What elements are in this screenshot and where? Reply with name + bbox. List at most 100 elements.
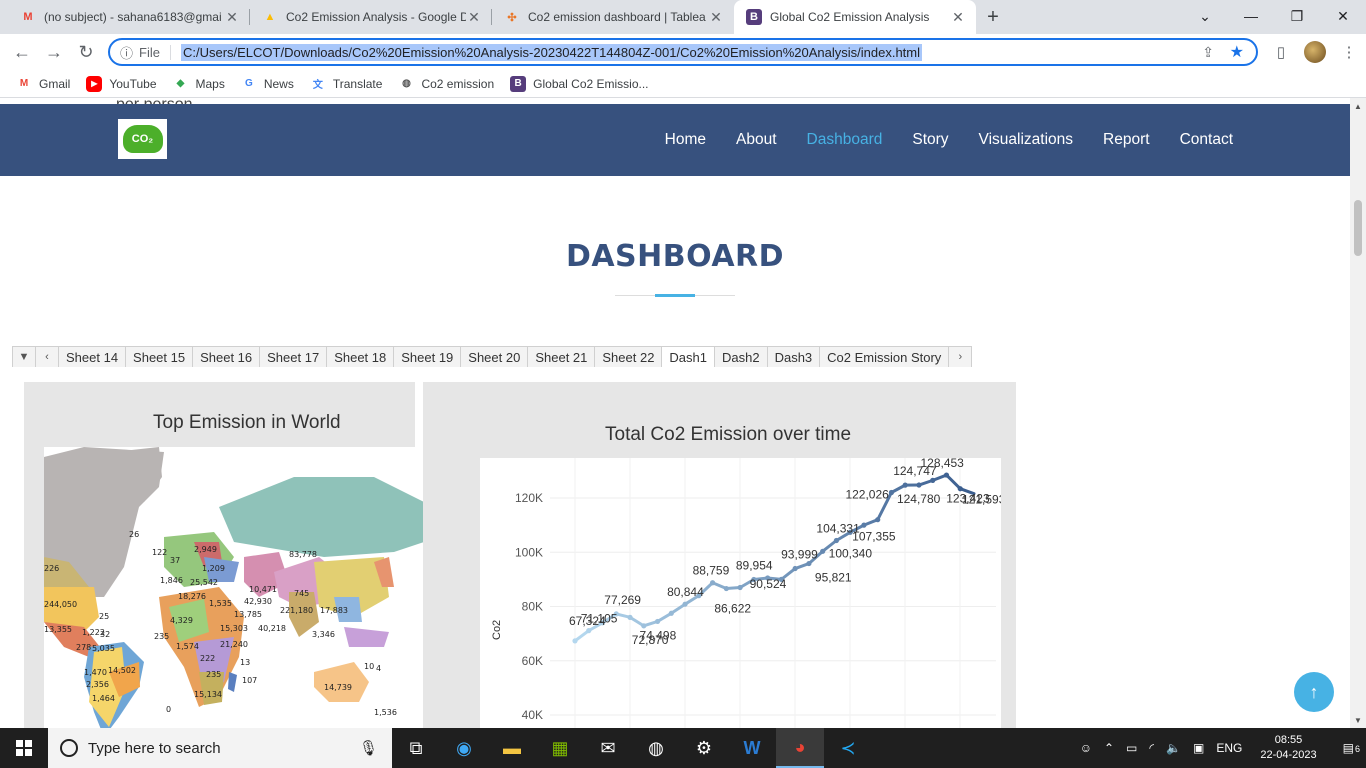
- bookmark-item[interactable]: 文 Translate: [310, 76, 383, 92]
- reload-button[interactable]: ↻: [70, 36, 102, 68]
- browser-tab[interactable]: ✣ Co2 emission dashboard | Tablea ✕: [492, 0, 734, 34]
- tray-chevron-icon[interactable]: ⌃: [1104, 741, 1114, 755]
- nav-story[interactable]: Story: [912, 131, 948, 149]
- data-point[interactable]: [861, 522, 867, 528]
- data-point[interactable]: [709, 580, 716, 586]
- data-point[interactable]: [902, 482, 908, 488]
- sheet-tab[interactable]: Sheet 16: [192, 346, 261, 367]
- sheet-tab[interactable]: Sheet 14: [58, 346, 127, 367]
- data-point[interactable]: [586, 628, 592, 634]
- nav-about[interactable]: About: [736, 131, 777, 149]
- bookmark-item[interactable]: B Global Co2 Emissio...: [510, 75, 649, 92]
- data-point[interactable]: [820, 548, 826, 554]
- back-button[interactable]: ←: [6, 36, 38, 68]
- sheet-tab[interactable]: Sheet 20: [460, 346, 529, 367]
- side-panel-icon[interactable]: ▯: [1264, 36, 1298, 68]
- volume-icon[interactable]: 🔈: [1166, 741, 1181, 755]
- language-label[interactable]: ENG: [1216, 741, 1242, 755]
- world-map[interactable]: 26 122 37 2,949 83,778 1,209 1,846 25,542 18,276…: [44, 447, 468, 728]
- info-icon[interactable]: ⓘ: [120, 43, 133, 62]
- data-point[interactable]: [888, 489, 895, 496]
- forward-button[interactable]: →: [38, 36, 70, 68]
- minimize-button[interactable]: —: [1228, 0, 1274, 32]
- share-icon[interactable]: ⇪: [1202, 44, 1214, 61]
- sheet-tab[interactable]: Sheet 22: [594, 346, 663, 367]
- edge-icon[interactable]: ◉: [440, 728, 488, 768]
- data-point[interactable]: [572, 638, 578, 644]
- nav-dashboard[interactable]: Dashboard: [807, 131, 883, 149]
- close-tab-icon[interactable]: ✕: [224, 9, 240, 26]
- display-icon[interactable]: ▣: [1193, 741, 1204, 755]
- sheet-tab[interactable]: Sheet 15: [125, 346, 194, 367]
- people-icon[interactable]: ☺: [1080, 741, 1092, 755]
- close-tab-icon[interactable]: ✕: [950, 9, 966, 26]
- mail-icon[interactable]: ✉: [584, 728, 632, 768]
- app-icon[interactable]: ◍: [632, 728, 680, 768]
- tab-search-icon[interactable]: ⌄: [1182, 0, 1228, 32]
- file-explorer-icon[interactable]: ▬: [488, 728, 536, 768]
- data-point[interactable]: [930, 477, 936, 483]
- task-view-icon[interactable]: ⧉: [392, 728, 440, 768]
- data-point[interactable]: [737, 584, 743, 591]
- data-point[interactable]: [654, 618, 661, 625]
- address-bar[interactable]: ⓘ File C:/Users/ELCOT/Downloads/Co2%20Em…: [108, 38, 1258, 66]
- sheet-tab[interactable]: Sheet 19: [393, 346, 462, 367]
- bookmark-star-icon[interactable]: ★: [1230, 42, 1244, 62]
- sheet-next-icon[interactable]: ›: [948, 346, 973, 367]
- nav-report[interactable]: Report: [1103, 131, 1150, 149]
- sheet-tab[interactable]: Dash2: [714, 346, 768, 367]
- data-point[interactable]: [875, 517, 881, 523]
- data-point[interactable]: [957, 486, 963, 492]
- bookmark-item[interactable]: M Gmail: [16, 76, 71, 92]
- page-scrollbar[interactable]: ▲ ▼: [1350, 98, 1366, 728]
- site-logo[interactable]: CO₂: [118, 119, 167, 159]
- menu-icon[interactable]: ⋮: [1332, 36, 1366, 68]
- sheet-menu-icon[interactable]: ▼: [12, 346, 36, 367]
- vscode-icon[interactable]: ≺: [824, 728, 872, 768]
- sheet-prev-icon[interactable]: ‹: [35, 346, 59, 367]
- bookmark-item[interactable]: ▶ YouTube: [86, 75, 157, 92]
- close-window-button[interactable]: ✕: [1320, 0, 1366, 32]
- wifi-icon[interactable]: ◜: [1149, 741, 1154, 755]
- scroll-down-icon[interactable]: ▼: [1350, 712, 1366, 728]
- new-tab-button[interactable]: +: [976, 0, 1010, 34]
- notification-icon[interactable]: ▤6: [1343, 741, 1360, 755]
- sheet-tab[interactable]: Dash3: [766, 346, 821, 367]
- nav-home[interactable]: Home: [665, 131, 706, 149]
- data-point[interactable]: [723, 585, 729, 592]
- microphone-icon[interactable]: 🎙: [359, 739, 378, 757]
- bookmark-item[interactable]: G News: [241, 76, 294, 92]
- browser-tab[interactable]: B Global Co2 Emission Analysis ✕: [734, 0, 976, 34]
- browser-tab[interactable]: M (no subject) - sahana6183@gmai ✕: [8, 0, 250, 34]
- sheet-tab[interactable]: Sheet 18: [326, 346, 395, 367]
- chrome-icon[interactable]: ◕: [776, 728, 824, 768]
- scroll-top-button[interactable]: ↑: [1294, 672, 1334, 712]
- data-point[interactable]: [943, 472, 950, 478]
- sheet-tab[interactable]: Dash1: [661, 346, 715, 367]
- data-point[interactable]: [916, 482, 922, 488]
- bookmark-item[interactable]: ◍ Co2 emission: [398, 76, 494, 92]
- data-point[interactable]: [627, 614, 633, 620]
- restore-button[interactable]: ❐: [1274, 0, 1320, 32]
- scroll-thumb[interactable]: [1354, 200, 1362, 256]
- sheet-tab[interactable]: Sheet 21: [527, 346, 596, 367]
- settings-icon[interactable]: ⚙: [680, 728, 728, 768]
- profile-avatar[interactable]: [1304, 41, 1326, 63]
- battery-icon[interactable]: ▭: [1126, 741, 1137, 755]
- scroll-up-icon[interactable]: ▲: [1350, 98, 1366, 114]
- data-point[interactable]: [668, 610, 674, 616]
- url-text[interactable]: C:/Users/ELCOT/Downloads/Co2%20Emission%…: [180, 43, 923, 61]
- data-point[interactable]: [806, 560, 812, 567]
- sheet-tab[interactable]: Sheet 17: [259, 346, 328, 367]
- line-chart[interactable]: 120K 100K 80K 60K 40K Co2 67,324 71,105 77,269 72…: [480, 458, 1001, 728]
- word-icon[interactable]: W: [728, 728, 776, 768]
- browser-tab[interactable]: ▲ Co2 Emission Analysis - Google D ✕: [250, 0, 492, 34]
- data-point[interactable]: [792, 565, 798, 572]
- taskbar-search[interactable]: Type here to search 🎙: [48, 728, 392, 768]
- data-point[interactable]: [833, 537, 840, 544]
- close-tab-icon[interactable]: ✕: [466, 9, 482, 26]
- nav-contact[interactable]: Contact: [1180, 131, 1233, 149]
- sheet-tab[interactable]: Co2 Emission Story: [819, 346, 950, 367]
- bookmark-item[interactable]: ◆ Maps: [173, 76, 225, 92]
- data-point[interactable]: [682, 601, 688, 607]
